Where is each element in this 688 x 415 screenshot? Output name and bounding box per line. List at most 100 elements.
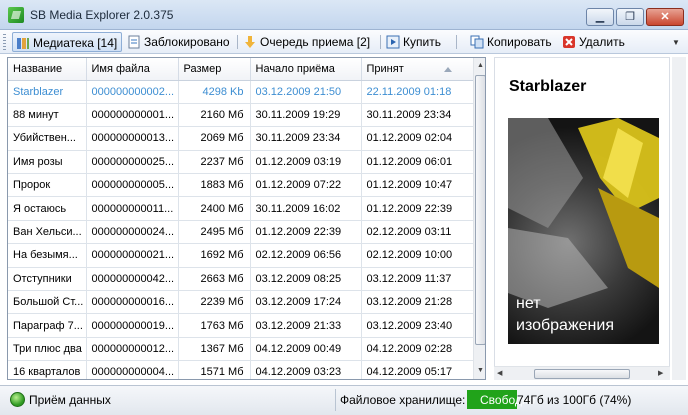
cell-size: 1367 Мб — [178, 337, 251, 362]
cell-title: Три плюс два — [8, 337, 87, 362]
connection-status-icon — [10, 392, 25, 407]
buy-button[interactable]: Купить — [383, 32, 445, 52]
table-row[interactable]: Я остаюсь 000000000011... 2400 Мб 30.11.200… — [8, 196, 474, 221]
no-image-line-2: изображения — [516, 317, 614, 334]
panel-horizontal-scrollbar[interactable]: ◀ ▶ — [494, 366, 670, 380]
cell-received: 01.12.2009 22:39 — [361, 196, 474, 221]
copy-button[interactable]: Копировать — [467, 32, 556, 52]
minimize-button[interactable]: ▁ — [586, 8, 614, 26]
toolbar-overflow-button[interactable]: ▼ — [672, 38, 680, 47]
column-header-title[interactable]: Название — [8, 58, 87, 81]
close-button[interactable]: ✕ — [646, 8, 684, 26]
cell-received: 04.12.2009 02:28 — [361, 337, 474, 362]
delete-button[interactable]: Удалить — [559, 32, 629, 52]
scroll-up-icon[interactable]: ▲ — [474, 58, 485, 74]
cell-received: 02.12.2009 10:00 — [361, 243, 474, 268]
column-header-received[interactable]: Принят — [361, 58, 474, 81]
cell-received: 04.12.2009 05:17 — [361, 360, 474, 379]
library-tab[interactable]: Медиатека [14] — [12, 32, 123, 52]
maximize-button[interactable]: ❐ — [616, 8, 644, 26]
cell-filename: 000000000004... — [86, 360, 179, 379]
list-vertical-scrollbar[interactable]: ▲ ▼ — [473, 58, 485, 379]
column-header-size[interactable]: Размер — [178, 58, 251, 81]
cell-title: 16 кварталов — [8, 360, 87, 379]
cell-title: Starblazer — [8, 80, 87, 104]
scroll-right-icon[interactable]: ▶ — [658, 367, 663, 380]
play-icon — [386, 35, 400, 49]
table-row[interactable]: На безымя... 000000000021... 1692 Мб 02.12.… — [8, 243, 474, 268]
cell-receive-start: 30.11.2009 16:02 — [250, 196, 362, 221]
toolbar: Медиатека [14] Заблокировано Очередь при… — [0, 30, 688, 54]
table-row[interactable]: Ван Хельси... 000000000024... 2495 Мб 01.12… — [8, 220, 474, 245]
column-header-filename[interactable]: Имя файла — [86, 58, 179, 81]
table-row[interactable]: Отступники 000000000042... 2663 Мб 03.12.20… — [8, 267, 474, 292]
panel-vertical-scrollbar[interactable] — [672, 57, 686, 380]
status-bar: Приём данных Файловое хранилище: Свободн… — [0, 385, 688, 415]
cell-size: 1692 Мб — [178, 243, 251, 268]
cell-filename: 000000000005... — [86, 173, 179, 198]
cell-receive-start: 03.12.2009 08:25 — [250, 267, 362, 292]
cell-filename: 000000000024... — [86, 220, 179, 245]
table-row[interactable]: Большой Ст... 000000000016... 2239 Мб 03.12… — [8, 290, 474, 315]
scroll-thumb[interactable] — [475, 75, 485, 345]
cell-filename: 000000000025... — [86, 150, 179, 175]
cell-title: Я остаюсь — [8, 196, 87, 221]
window-title: SB Media Explorer 2.0.375 — [30, 8, 174, 22]
scroll-down-icon[interactable]: ▼ — [474, 363, 485, 379]
library-icon — [17, 38, 29, 49]
cell-filename: 000000000011... — [86, 196, 179, 221]
cell-receive-start: 30.11.2009 19:29 — [250, 103, 362, 128]
sort-ascending-icon — [444, 67, 452, 72]
table-row[interactable]: Убийствен... 000000000013... 2069 Мб 30.11.… — [8, 126, 474, 151]
cell-title: Убийствен... — [8, 126, 87, 151]
lock-note-icon — [128, 35, 140, 49]
table-row[interactable]: 16 кварталов 000000000004... 1571 Мб 04.12.… — [8, 360, 474, 379]
library-tab-label: Медиатека [14] — [33, 36, 118, 50]
table-row[interactable]: Три плюс два 000000000012... 1367 Мб 04.12.… — [8, 337, 474, 362]
toolbar-separator — [456, 35, 457, 49]
media-list[interactable]: Название Имя файла Размер Начало приёма … — [7, 57, 486, 380]
toolbar-grip[interactable] — [3, 34, 6, 50]
table-row[interactable]: Имя розы 000000000025... 2237 Мб 01.12.2009… — [8, 150, 474, 175]
cell-size: 2160 Мб — [178, 103, 251, 128]
details-panel: Starblazer нет изображения — [494, 57, 670, 380]
panel-scroll-thumb[interactable] — [534, 369, 630, 379]
media-table: Название Имя файла Размер Начало приёма … — [8, 58, 474, 379]
cell-size: 2495 Мб — [178, 220, 251, 245]
download-arrow-icon — [245, 36, 255, 48]
cell-size: 1763 Мб — [178, 313, 251, 338]
table-row[interactable]: Пророк 000000000005... 1883 Мб 01.12.2009 0… — [8, 173, 474, 198]
table-row[interactable]: Параграф 7... 000000000019... 1763 Мб 03.12… — [8, 313, 474, 338]
cell-received: 30.11.2009 23:34 — [361, 103, 474, 128]
cell-filename: 000000000042... — [86, 267, 179, 292]
toolbar-separator — [237, 35, 238, 49]
scroll-left-icon[interactable]: ◀ — [497, 367, 502, 380]
blocked-tab[interactable]: Заблокировано — [124, 32, 234, 52]
cell-size: 2400 Мб — [178, 196, 251, 221]
cell-receive-start: 01.12.2009 22:39 — [250, 220, 362, 245]
cell-received: 03.12.2009 23:40 — [361, 313, 474, 338]
cell-size: 2237 Мб — [178, 150, 251, 175]
cell-filename: 000000000019... — [86, 313, 179, 338]
cell-title: На безымя... — [8, 243, 87, 268]
receive-queue-tab[interactable]: Очередь приема [2] — [240, 32, 374, 52]
cell-receive-start: 01.12.2009 03:19 — [250, 150, 362, 175]
storage-free-value: 74Гб из 100Гб (74%) — [517, 393, 632, 407]
cover-image: нет изображения — [508, 118, 659, 344]
cell-size: 4298 Kb — [178, 80, 251, 104]
cell-size: 2239 Мб — [178, 290, 251, 315]
receive-queue-label: Очередь приема [2] — [260, 35, 371, 49]
column-header-receive-start[interactable]: Начало приёма — [250, 58, 362, 81]
cell-received: 22.11.2009 01:18 — [361, 80, 474, 104]
cell-title: 88 минут — [8, 103, 87, 128]
no-image-line-1: нет — [516, 295, 541, 312]
app-logo-icon — [8, 7, 24, 23]
cell-filename: 000000000002... — [86, 80, 179, 104]
title-bar: SB Media Explorer 2.0.375 ▁ ❐ ✕ — [0, 0, 688, 30]
cell-receive-start: 02.12.2009 06:56 — [250, 243, 362, 268]
cell-title: Пророк — [8, 173, 87, 198]
table-row[interactable]: Starblazer 000000000002... 4298 Kb 03.12.20… — [8, 80, 474, 104]
status-divider — [335, 389, 336, 411]
table-row[interactable]: 88 минут 000000000001... 2160 Мб 30.11.2009… — [8, 103, 474, 128]
cell-filename: 000000000013... — [86, 126, 179, 151]
